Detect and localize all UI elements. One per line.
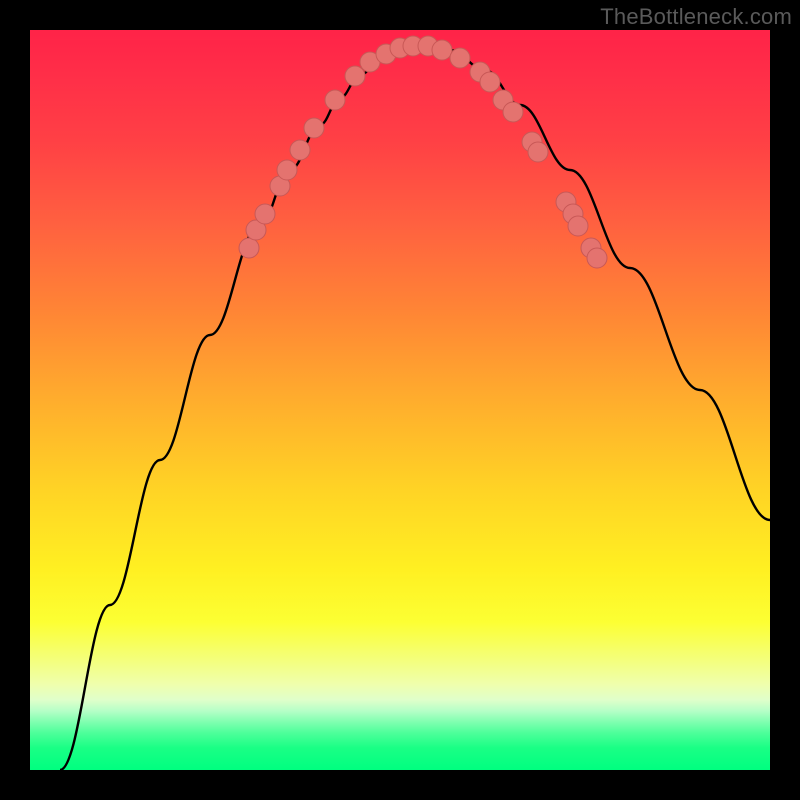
marker-dot <box>432 40 452 60</box>
watermark-text: TheBottleneck.com <box>600 4 792 30</box>
marker-dot <box>325 90 345 110</box>
marker-dot <box>304 118 324 138</box>
marker-dot <box>255 204 275 224</box>
marker-dot <box>277 160 297 180</box>
marker-dot <box>568 216 588 236</box>
marker-dot <box>290 140 310 160</box>
marker-dot <box>587 248 607 268</box>
marker-dot <box>239 238 259 258</box>
curve-layer <box>30 30 770 770</box>
bottleneck-curve <box>60 44 770 770</box>
marker-dot <box>480 72 500 92</box>
marker-dot <box>345 66 365 86</box>
marker-dot <box>503 102 523 122</box>
chart-frame: TheBottleneck.com <box>0 0 800 800</box>
marker-dot <box>450 48 470 68</box>
marker-dot <box>528 142 548 162</box>
